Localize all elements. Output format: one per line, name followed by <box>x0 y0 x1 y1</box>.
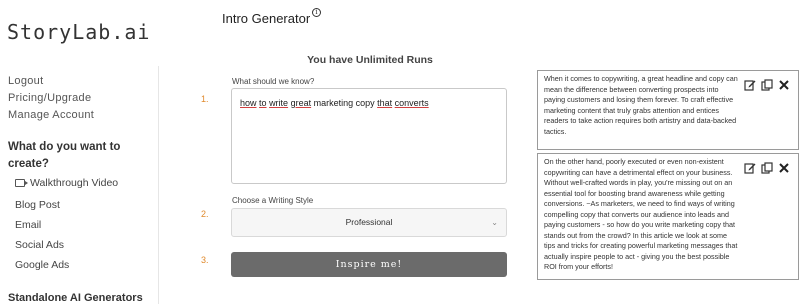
chevron-down-icon: ⌄ <box>491 218 498 227</box>
output-text[interactable]: On the other hand, poorly executed or ev… <box>544 157 740 273</box>
misspelled-word: how <box>240 98 257 108</box>
sidebar-item-social-ads[interactable]: Social Ads <box>15 239 64 251</box>
close-icon[interactable] <box>778 79 790 91</box>
sidebar-item-walkthrough-video[interactable]: Walkthrough Video <box>15 177 118 189</box>
output-text[interactable]: When it comes to copywriting, a great he… <box>544 74 740 137</box>
writing-style-select[interactable]: Professional ⌄ <box>231 208 507 237</box>
page-title: Intro Generator <box>222 11 311 26</box>
edit-icon[interactable] <box>744 79 756 91</box>
sidebar-item-email[interactable]: Email <box>15 219 41 231</box>
step-number-1: 1. <box>201 94 209 104</box>
misspelled-word: converts <box>394 98 429 108</box>
sidebar-item-blog-post[interactable]: Blog Post <box>15 199 60 211</box>
topic-textarea[interactable]: how to write great marketing copy that c… <box>231 88 507 184</box>
inspire-me-button[interactable]: Inspire me! <box>231 252 507 277</box>
edit-icon[interactable] <box>744 162 756 174</box>
standalone-generators-heading: Standalone AI Generators <box>8 292 143 304</box>
sidebar-item-google-ads[interactable]: Google Ads <box>15 259 69 271</box>
close-icon[interactable] <box>778 162 790 174</box>
pricing-upgrade-link[interactable]: Pricing/Upgrade <box>8 92 91 104</box>
card-toolbar <box>744 79 790 91</box>
copy-icon[interactable] <box>761 79 773 91</box>
topic-text-segment: marketing copy <box>311 98 378 108</box>
step-number-2: 2. <box>201 209 209 219</box>
app-logo[interactable]: StoryLab.ai <box>7 20 150 44</box>
misspelled-word: that <box>377 98 393 108</box>
logout-link[interactable]: Logout <box>8 75 43 87</box>
writing-style-value: Professional <box>345 217 393 227</box>
style-label: Choose a Writing Style <box>232 196 314 205</box>
copy-icon[interactable] <box>761 162 773 174</box>
sidebar-divider <box>158 66 159 304</box>
misspelled-word: great <box>290 98 312 108</box>
video-icon <box>15 179 28 187</box>
step-number-3: 3. <box>201 255 209 265</box>
misspelled-word: to <box>259 98 267 108</box>
output-card: When it comes to copywriting, a great he… <box>537 70 799 150</box>
output-card: On the other hand, poorly executed or ev… <box>537 153 799 280</box>
create-heading: What do you want to create? <box>8 141 121 170</box>
manage-account-link[interactable]: Manage Account <box>8 109 94 121</box>
sidebar-item-label: Walkthrough Video <box>30 177 119 189</box>
topic-label: What should we know? <box>232 77 315 86</box>
runs-banner: You have Unlimited Runs <box>307 54 433 66</box>
info-icon[interactable]: i <box>312 8 321 17</box>
misspelled-word: write <box>269 98 289 108</box>
card-toolbar <box>744 162 790 174</box>
